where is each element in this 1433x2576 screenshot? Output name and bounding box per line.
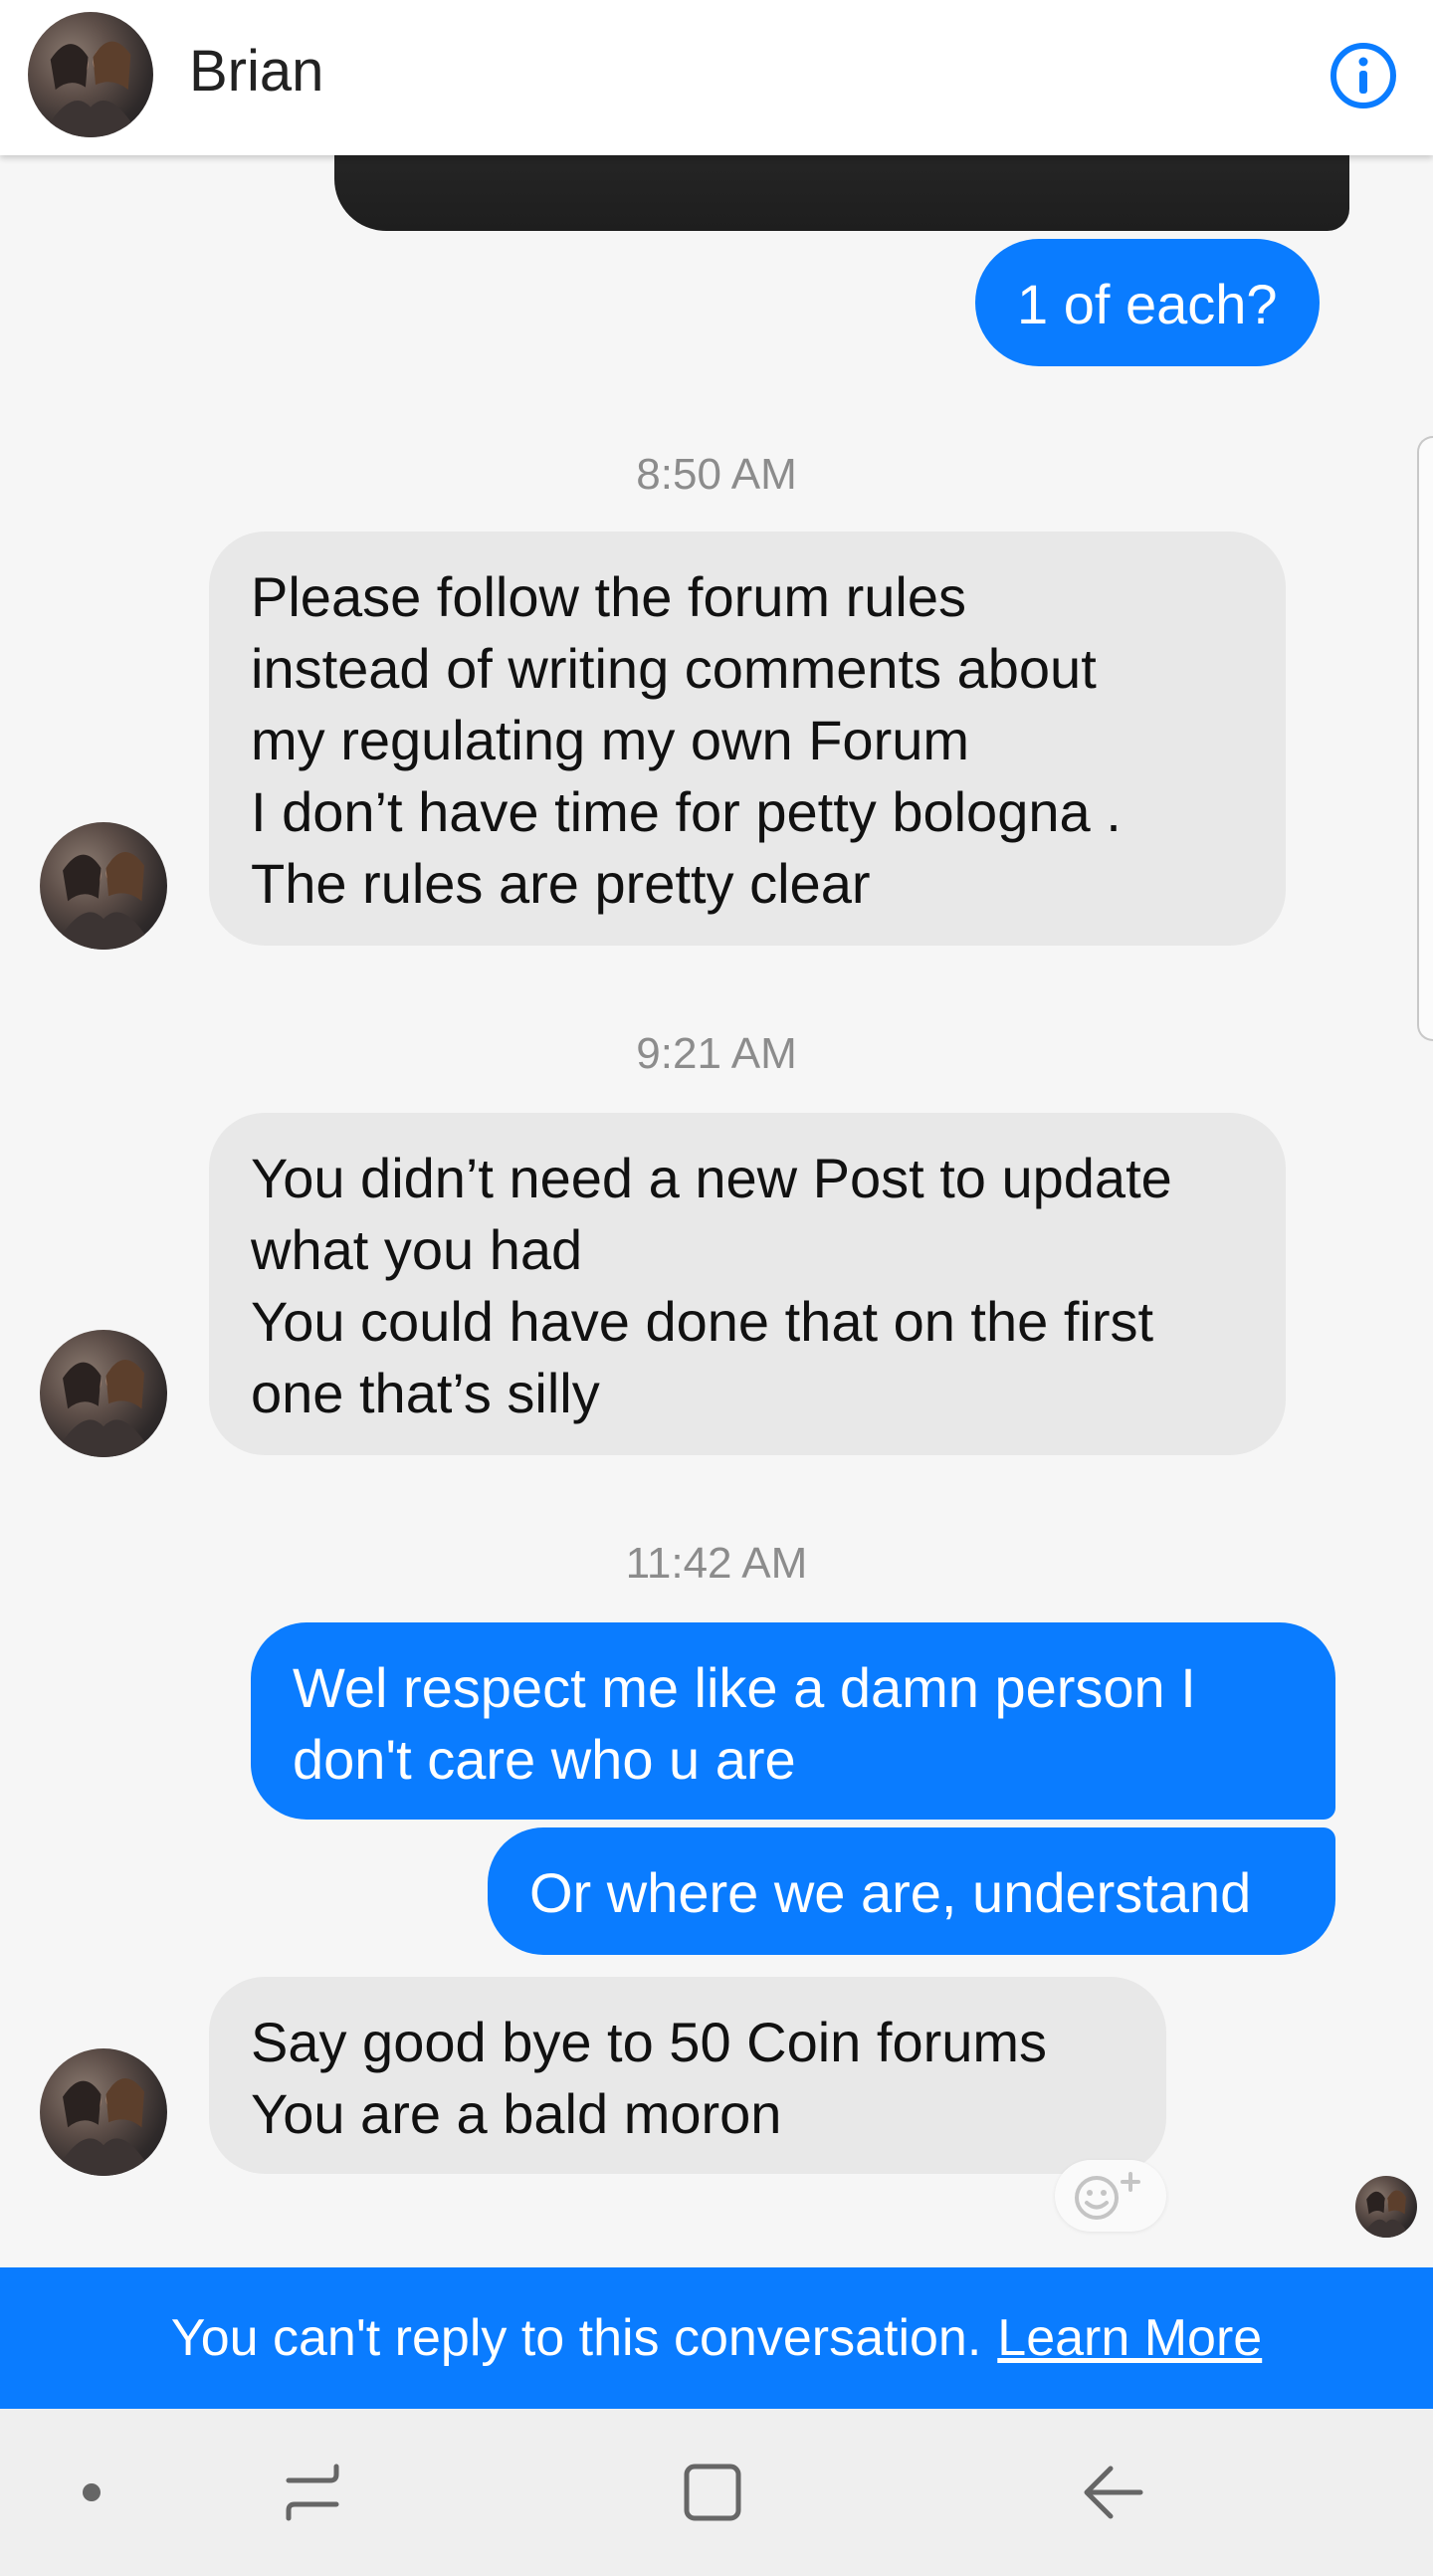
contact-avatar[interactable] bbox=[28, 12, 153, 137]
dot-icon bbox=[52, 2453, 131, 2532]
read-receipt-avatar bbox=[1355, 2176, 1417, 2238]
message-bubble-outgoing[interactable]: Wel respect me like a damn person I don'… bbox=[251, 1622, 1335, 1820]
info-icon[interactable] bbox=[1328, 40, 1399, 111]
message-bubble-incoming[interactable]: Say good bye to 50 Coin forums You are a… bbox=[209, 1977, 1166, 2174]
banner-text: You can't reply to this conversation. bbox=[170, 2309, 982, 2367]
scroll-edge-handle[interactable] bbox=[1417, 436, 1433, 1041]
contact-name[interactable]: Brian bbox=[189, 38, 323, 105]
emoji-plus-icon bbox=[1075, 2172, 1140, 2220]
message-bubble-outgoing[interactable]: 1 of each? bbox=[975, 239, 1320, 366]
contact-avatar bbox=[40, 2048, 167, 2176]
message-bubble-incoming[interactable]: You didn’t need a new Post to update wha… bbox=[209, 1113, 1286, 1455]
back-icon[interactable] bbox=[1073, 2453, 1152, 2532]
timestamp: 8:50 AM bbox=[636, 450, 797, 499]
add-reaction-button[interactable] bbox=[1055, 2160, 1166, 2232]
cannot-reply-banner: You can't reply to this conversation. Le… bbox=[0, 2267, 1433, 2409]
system-navigation-bar bbox=[0, 2409, 1433, 2576]
timestamp: 11:42 AM bbox=[625, 1539, 808, 1588]
home-icon[interactable] bbox=[673, 2453, 752, 2532]
message-bubble-outgoing[interactable]: Or where we are, understand bbox=[488, 1827, 1335, 1955]
learn-more-link[interactable]: Learn More bbox=[997, 2308, 1262, 2368]
contact-avatar bbox=[40, 1330, 167, 1457]
timestamp: 9:21 AM bbox=[636, 1029, 797, 1078]
recent-apps-icon[interactable] bbox=[273, 2453, 352, 2532]
message-list[interactable]: 1 of each? 8:50 AM Please follow the for… bbox=[0, 0, 1433, 2267]
message-bubble-incoming[interactable]: Please follow the forum rules instead of… bbox=[209, 532, 1286, 946]
contact-avatar bbox=[40, 822, 167, 950]
conversation-header: Brian bbox=[0, 0, 1433, 155]
